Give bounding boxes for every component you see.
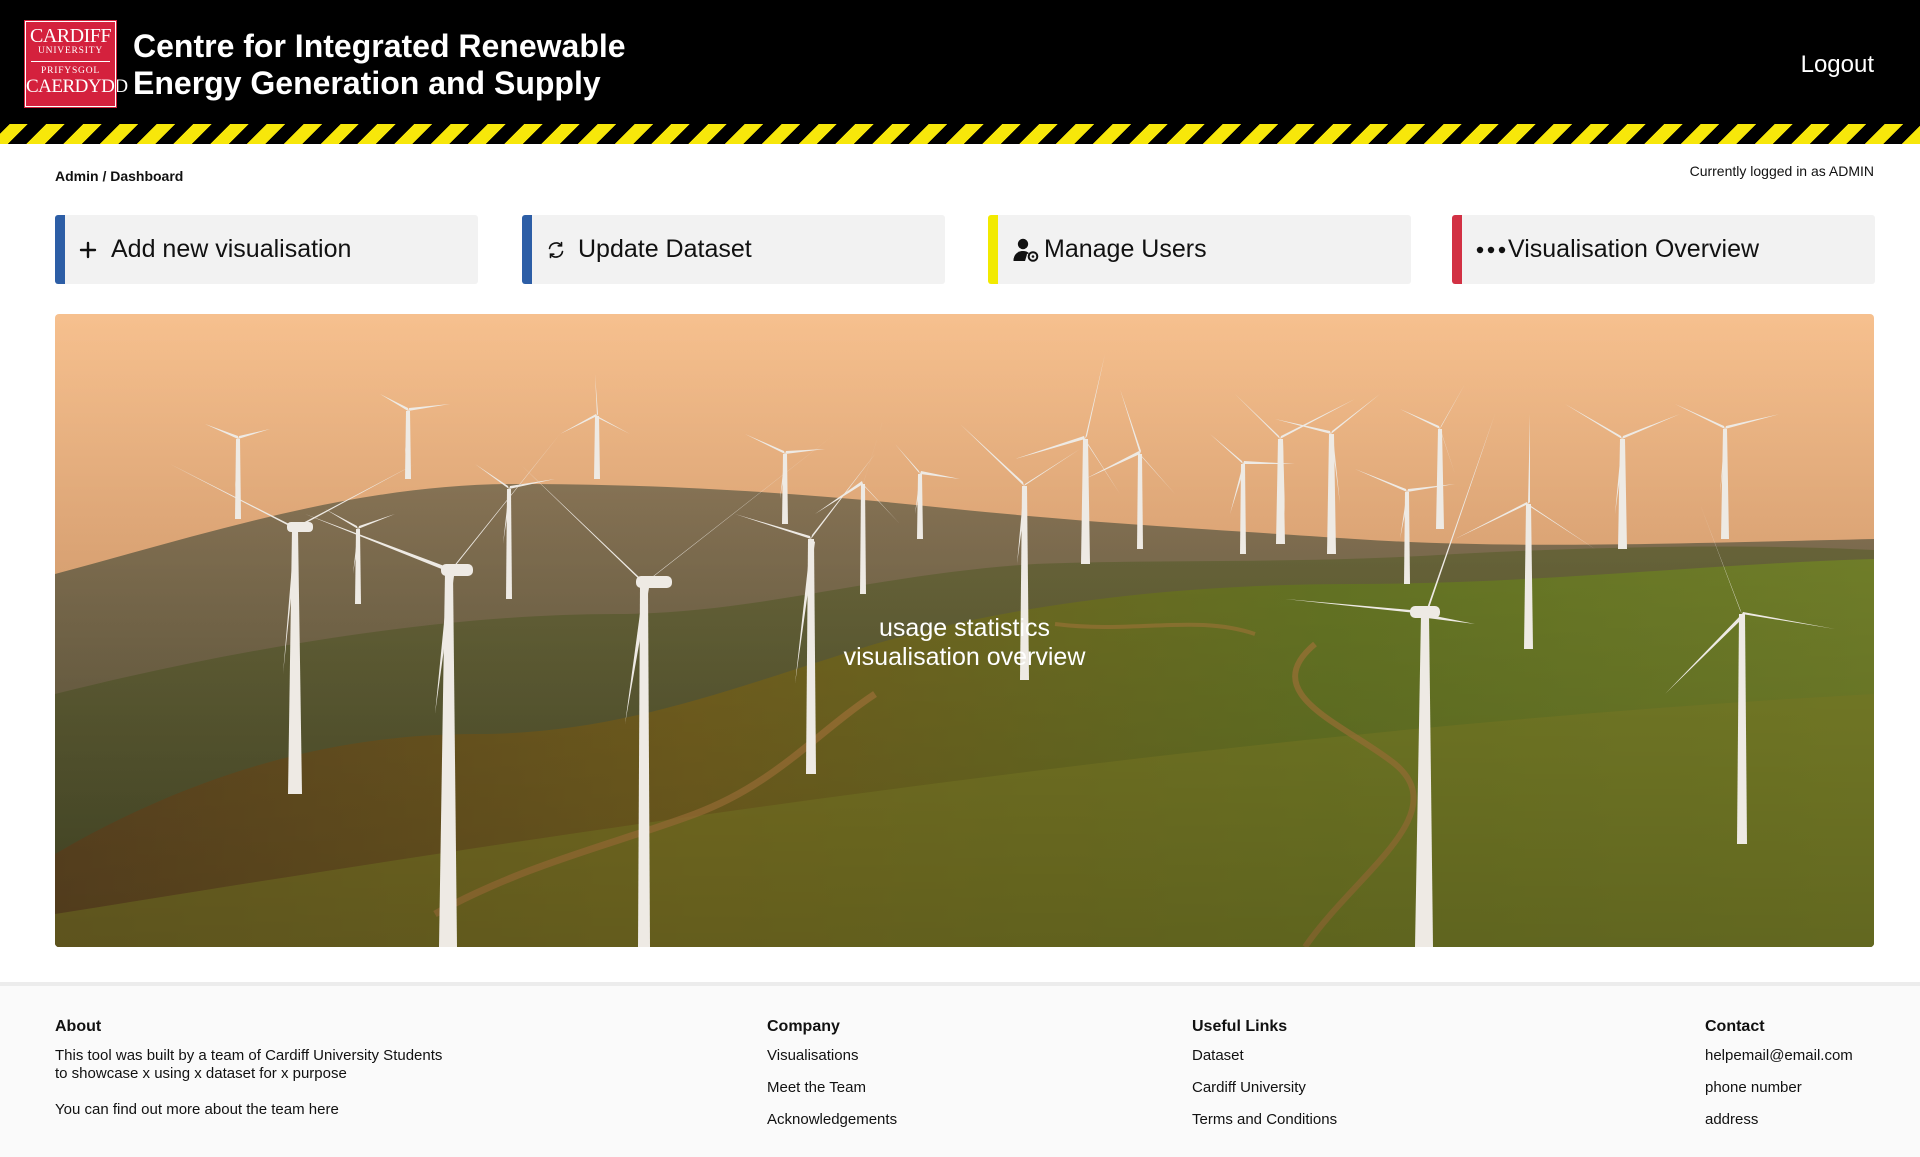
add-visualisation-label: Add new visualisation [111,235,352,263]
hero-caption-line-2: visualisation overview [843,643,1086,671]
visualisation-overview-label: Visualisation Overview [1508,235,1760,263]
site-footer: About This tool was built by a team of C… [0,982,1920,1157]
footer-link-terms[interactable]: Terms and Conditions [1192,1111,1337,1129]
footer-link-cardiff-university[interactable]: Cardiff University [1192,1079,1337,1097]
hero-banner[interactable]: usage statistics visualisation overview [55,314,1874,947]
manage-users-label: Manage Users [1044,235,1207,263]
footer-about: About This tool was built by a team of C… [55,1018,442,1119]
site-header: CARDIFF UNIVERSITY PRIFYSGOL CAERDYDD Ce… [0,0,1920,124]
logo-divider [31,61,110,62]
plus-icon [65,241,111,259]
user-settings-icon [998,237,1044,263]
site-title: Centre for Integrated Renewable Energy G… [133,28,626,102]
footer-link-visualisations[interactable]: Visualisations [767,1047,897,1065]
footer-useful-links: Useful Links Dataset Cardiff University … [1192,1018,1337,1143]
footer-contact: Contact helpemail@email.com phone number… [1705,1018,1853,1143]
logout-link[interactable]: Logout [1801,51,1874,79]
footer-link-meet-the-team[interactable]: Meet the Team [767,1079,897,1097]
more-dots-icon [1462,246,1508,254]
cardiff-university-logo[interactable]: CARDIFF UNIVERSITY PRIFYSGOL CAERDYDD [24,20,128,108]
footer-link-acknowledgements[interactable]: Acknowledgements [767,1111,897,1129]
footer-company-heading: Company [767,1018,840,1035]
action-button-row: Add new visualisation Update Dataset Man… [55,215,1875,284]
site-title-line-2: Energy Generation and Supply [133,65,601,101]
add-visualisation-button[interactable]: Add new visualisation [55,215,478,284]
footer-about-text-2: to showcase x using x dataset for x purp… [55,1065,347,1082]
footer-contact-email[interactable]: helpemail@email.com [1705,1047,1853,1065]
logo-line-4: CAERDYDD [26,76,128,97]
footer-about-heading: About [55,1018,102,1035]
logo-line-1: CARDIFF [30,25,111,47]
footer-about-team-link[interactable]: You can find out more about the team her… [55,1101,442,1119]
visualisation-overview-button[interactable]: Visualisation Overview [1452,215,1875,284]
logo-line-2: UNIVERSITY [38,46,103,56]
update-dataset-label: Update Dataset [578,235,752,263]
footer-link-dataset[interactable]: Dataset [1192,1047,1337,1065]
logged-in-status: Currently logged in as ADMIN [1689,163,1874,179]
footer-contact-address: address [1705,1111,1759,1128]
footer-company: Company Visualisations Meet the Team Ack… [767,1018,897,1143]
hazard-stripe-divider [0,124,1920,144]
footer-useful-links-heading: Useful Links [1192,1018,1288,1035]
footer-about-text-1: This tool was built by a team of Cardiff… [55,1047,443,1064]
update-dataset-button[interactable]: Update Dataset [522,215,945,284]
hero-caption-line-1: usage statistics [879,614,1050,642]
footer-contact-heading: Contact [1705,1018,1765,1035]
breadcrumb: Admin / Dashboard [55,168,184,184]
manage-users-button[interactable]: Manage Users [988,215,1411,284]
site-title-line-1: Centre for Integrated Renewable [133,28,626,64]
hero-caption: usage statistics visualisation overview [55,614,1874,672]
refresh-icon [532,240,578,260]
footer-contact-phone: phone number [1705,1079,1802,1096]
